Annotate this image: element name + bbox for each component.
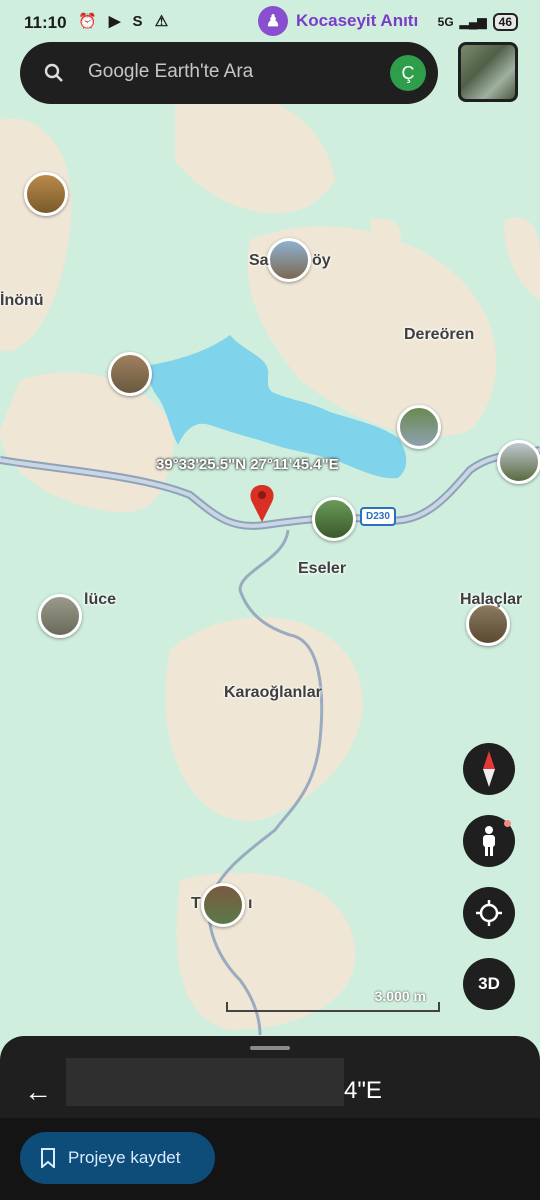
sheet-drag-handle[interactable]: [250, 1046, 290, 1050]
place-label: öy: [312, 252, 331, 269]
crosshair-icon: [476, 900, 502, 926]
photo-marker[interactable]: [312, 497, 356, 541]
scale-bar: [226, 1002, 440, 1012]
monument-icon: ♟: [258, 6, 288, 36]
place-label: ı: [248, 895, 253, 912]
map-scale: 3.000 m: [226, 988, 440, 1012]
map-canvas[interactable]: Sa öy İnönü Dereören Eseler Halaçlar lüc…: [0, 0, 540, 1200]
photo-marker[interactable]: [397, 405, 441, 449]
person-icon: [483, 826, 495, 856]
search-icon: [44, 63, 63, 82]
place-label: İnönü: [0, 292, 44, 309]
bottom-sheet[interactable]: ← 4"E Projeye kaydet: [0, 1036, 540, 1200]
photo-marker[interactable]: [201, 883, 245, 927]
map-style-thumbnail[interactable]: [458, 42, 518, 102]
3d-toggle-button[interactable]: 3D: [463, 958, 515, 1010]
notification-chip[interactable]: ♟ Kocaseyit Anıtı: [258, 6, 418, 36]
map-terrain: [0, 92, 540, 1036]
search-input[interactable]: Google Earth'te Ara: [88, 61, 253, 83]
status-bar: 11:10 ⏰ ▶ S ⚠ ♟ Kocaseyit Anıtı 5G ▂▄▆ 4…: [0, 0, 540, 44]
place-label: Eseler: [298, 560, 347, 577]
network-label: 5G: [437, 15, 454, 29]
battery-icon: 46: [492, 13, 518, 31]
sheet-title: 4"E: [344, 1077, 382, 1104]
place-label: Sa: [249, 252, 269, 269]
compass-icon: [483, 751, 495, 787]
account-avatar[interactable]: Ç: [390, 55, 426, 91]
search-bar[interactable]: Google Earth'te Ara Ç: [20, 42, 438, 104]
place-label: lüce: [84, 591, 117, 608]
notification-dot: [504, 820, 511, 827]
place-label: Dereören: [404, 326, 475, 343]
streetview-button[interactable]: [463, 815, 515, 867]
compass-button[interactable]: [463, 743, 515, 795]
save-button-label: Projeye kaydet: [68, 1148, 181, 1167]
status-time: 11:10: [24, 13, 67, 32]
signal-icon: ▂▄▆: [459, 15, 487, 29]
my-location-button[interactable]: [463, 887, 515, 939]
redacted-title-block: [66, 1058, 344, 1106]
back-arrow-icon[interactable]: ←: [24, 1076, 52, 1108]
status-icons: ⏰ ▶ S ⚠: [78, 13, 173, 30]
place-label: Karaoğlanlar: [224, 684, 322, 701]
save-to-project-button[interactable]: Projeye kaydet: [20, 1132, 215, 1184]
photo-marker[interactable]: [267, 238, 311, 282]
map-pin-icon: [250, 485, 274, 522]
place-label: T: [191, 895, 201, 912]
photo-marker[interactable]: [24, 172, 68, 216]
notification-text: Kocaseyit Anıtı: [296, 11, 419, 30]
road-shield: D230: [360, 507, 396, 526]
photo-marker[interactable]: [497, 440, 540, 484]
photo-marker[interactable]: [108, 352, 152, 396]
place-label: Halaçlar: [460, 591, 523, 608]
coordinates-label: 39°33'25.5"N 27°11'45.4"E: [156, 456, 339, 473]
bookmark-icon: [41, 1148, 55, 1168]
photo-marker[interactable]: [38, 594, 82, 638]
